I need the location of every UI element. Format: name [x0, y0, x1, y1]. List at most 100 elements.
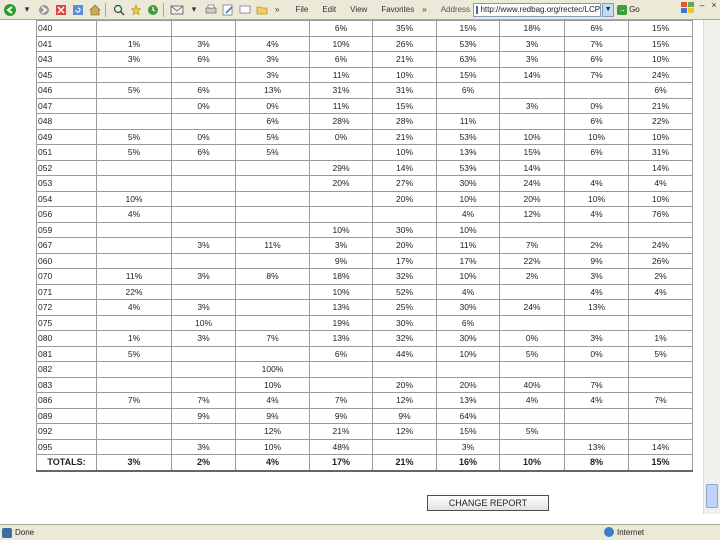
table-cell: 9%: [235, 407, 310, 424]
table-cell: [628, 299, 693, 316]
table-cell: 31%: [309, 82, 373, 99]
table-cell: [96, 376, 172, 393]
menu-view[interactable]: View: [350, 5, 367, 14]
toolbar-chevron-2[interactable]: »: [422, 5, 426, 14]
menu-favorites[interactable]: Favorites: [381, 5, 414, 14]
folder-button[interactable]: [255, 2, 269, 18]
table-cell: [235, 159, 310, 176]
search-button[interactable]: [112, 2, 126, 18]
table-cell: 4%: [436, 206, 500, 223]
table-cell: [499, 438, 565, 455]
table-cell: 10%: [628, 190, 693, 207]
table-cell: 7%: [96, 392, 172, 409]
table-cell: 11%: [96, 268, 172, 285]
stop-icon: [56, 4, 66, 15]
table-cell: 15%: [436, 20, 500, 37]
table-cell: [96, 438, 172, 455]
table-cell: 4%: [628, 175, 693, 192]
edit-button[interactable]: [221, 2, 235, 18]
table-cell: [96, 221, 172, 238]
table-cell: 14%: [499, 159, 565, 176]
stop-button[interactable]: [54, 2, 68, 18]
mail-icon: [170, 5, 184, 14]
mail-button[interactable]: [170, 2, 184, 18]
report-table: 040 6% 35% 15% 18% 6% 15% 041 1% 3% 4% 10% 26% 53% 3% 7…: [36, 20, 693, 472]
row-label: 072: [36, 299, 97, 316]
table-cell: [564, 159, 629, 176]
table-cell: 4%: [96, 206, 172, 223]
table-cell: [309, 190, 373, 207]
table-cell: 30%: [372, 314, 437, 331]
table-cell: 14%: [628, 159, 693, 176]
table-cell: 13%: [564, 438, 629, 455]
table-cell: 10%: [309, 221, 373, 238]
table-cell: 32%: [372, 330, 437, 347]
status-text: Done: [15, 528, 35, 537]
table-cell: 10%: [309, 35, 373, 52]
table-cell: 30%: [436, 175, 500, 192]
table-cell: 31%: [628, 144, 693, 161]
discuss-button[interactable]: [238, 2, 252, 18]
print-button[interactable]: [204, 2, 218, 18]
table-cell: [96, 20, 172, 37]
table-cell: 9%: [564, 252, 629, 269]
mail-dropdown-icon[interactable]: ▾: [187, 2, 201, 18]
table-cell: 30%: [372, 221, 437, 238]
scroll-thumb[interactable]: [706, 484, 718, 508]
table-cell: [564, 361, 629, 378]
vertical-scrollbar[interactable]: [703, 20, 720, 514]
window-controls: – ×: [696, 0, 720, 10]
table-cell: 4%: [235, 35, 310, 52]
go-button[interactable]: → Go: [617, 4, 640, 15]
table-cell: 7%: [171, 392, 236, 409]
table-cell: 10%: [499, 128, 565, 145]
table-cell: [628, 423, 693, 440]
browser-toolbar: ▾ ▾ » File Edit View Favorites » Address: [0, 0, 720, 20]
table-cell: 2%: [499, 268, 565, 285]
table-cell: [171, 175, 236, 192]
table-cell: 3%: [499, 35, 565, 52]
table-cell: 15%: [436, 423, 500, 440]
edit-icon: [222, 4, 233, 15]
home-button[interactable]: [88, 2, 102, 18]
back-button[interactable]: [3, 2, 17, 18]
table-cell: [96, 159, 172, 176]
table-cell: 7%: [499, 237, 565, 254]
minimize-button[interactable]: –: [696, 0, 708, 10]
menu-file[interactable]: File: [295, 5, 308, 14]
table-cell: [235, 20, 310, 37]
table-cell: 48%: [309, 438, 373, 455]
address-dropdown-icon[interactable]: ▼: [602, 2, 615, 17]
table-cell: 52%: [372, 283, 437, 300]
favorites-button[interactable]: [129, 2, 143, 18]
table-cell: 32%: [372, 268, 437, 285]
row-label: 083: [36, 376, 97, 393]
back-dropdown-icon[interactable]: ▾: [20, 2, 34, 18]
toolbar-chevron[interactable]: »: [275, 5, 279, 14]
menu-edit[interactable]: Edit: [322, 5, 336, 14]
table-cell: 0%: [564, 97, 629, 114]
table-cell: [96, 175, 172, 192]
address-field[interactable]: http://www.redbag.org/rectec/LCP: [473, 2, 602, 17]
close-button[interactable]: ×: [708, 0, 720, 10]
row-label: 067: [36, 237, 97, 254]
row-label: 051: [36, 144, 97, 161]
table-cell: [309, 206, 373, 223]
table-cell: 5%: [235, 128, 310, 145]
table-cell: 6%: [171, 82, 236, 99]
table-cell: 7%: [564, 35, 629, 52]
row-label: 092: [36, 423, 97, 440]
table-cell: [628, 221, 693, 238]
table-cell: 5%: [96, 128, 172, 145]
status-bar: Done Internet: [0, 524, 720, 540]
refresh-button[interactable]: [71, 2, 85, 18]
go-label: Go: [629, 5, 640, 14]
forward-button[interactable]: [37, 2, 51, 18]
row-label: 060: [36, 252, 97, 269]
change-report-button[interactable]: CHANGE REPORT: [427, 495, 549, 511]
history-button[interactable]: [146, 2, 160, 18]
table-cell: [171, 66, 236, 83]
table-cell: 20%: [436, 376, 500, 393]
row-label: 053: [36, 175, 97, 192]
table-cell: 2%: [628, 268, 693, 285]
